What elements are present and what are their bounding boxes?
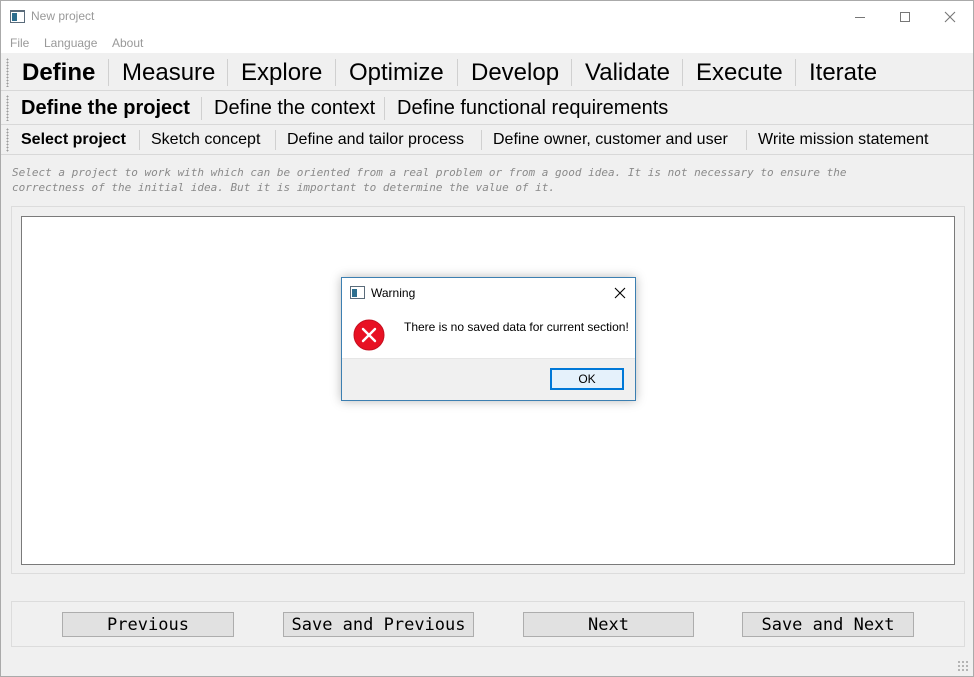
save-and-next-button[interactable]: Save and Next: [742, 612, 914, 637]
dialog-close-button[interactable]: [608, 282, 632, 304]
toolbar-grip: [6, 128, 9, 152]
tab-explore[interactable]: Explore: [241, 59, 322, 87]
minimize-icon: [855, 16, 865, 18]
close-icon: [614, 287, 626, 299]
section-description: Select a project to work with which can …: [12, 165, 962, 195]
tab-separator: [457, 59, 458, 86]
menu-about[interactable]: About: [112, 36, 143, 50]
next-button[interactable]: Next: [523, 612, 694, 637]
menu-file[interactable]: File: [10, 36, 29, 50]
tab-define[interactable]: Define: [22, 59, 95, 87]
maximize-icon: [900, 12, 910, 22]
tab-define-owner-customer-user[interactable]: Define owner, customer and user: [493, 131, 728, 149]
window-title: New project: [31, 9, 95, 23]
maximize-button[interactable]: [882, 1, 928, 33]
ok-button[interactable]: OK: [550, 368, 624, 390]
warning-dialog: Warning There is no saved data for curre…: [341, 277, 636, 401]
close-icon: [944, 11, 956, 23]
dialog-title: Warning: [371, 286, 416, 300]
tab-define-and-tailor-process[interactable]: Define and tailor process: [287, 131, 464, 149]
tab-separator: [481, 130, 482, 150]
tab-measure[interactable]: Measure: [122, 59, 215, 87]
description-line: Select a project to work with which can …: [12, 166, 847, 179]
tab-separator: [201, 97, 202, 120]
tab-separator: [227, 59, 228, 86]
tab-develop[interactable]: Develop: [471, 59, 559, 87]
tab-separator: [139, 130, 140, 150]
tab-separator: [335, 59, 336, 86]
tab-separator: [795, 59, 796, 86]
menu-language[interactable]: Language: [44, 36, 97, 50]
dialog-button-bar: OK: [342, 358, 635, 400]
save-and-previous-button[interactable]: Save and Previous: [283, 612, 474, 637]
step-tab-bar: Define the project Define the context De…: [1, 91, 973, 125]
resize-grip[interactable]: [957, 660, 969, 672]
tab-iterate[interactable]: Iterate: [809, 59, 877, 87]
error-icon: [353, 319, 385, 351]
dialog-window-icon: [350, 286, 365, 299]
tab-select-project[interactable]: Select project: [21, 131, 126, 149]
previous-button[interactable]: Previous: [62, 612, 234, 637]
toolbar-grip: [6, 58, 9, 87]
app-window-icon: [10, 10, 25, 23]
tab-separator: [682, 59, 683, 86]
tab-define-the-context[interactable]: Define the context: [214, 97, 375, 120]
tab-separator: [746, 130, 747, 150]
tab-validate[interactable]: Validate: [585, 59, 670, 87]
menu-bar: File Language About: [1, 33, 973, 53]
title-bar: New project: [1, 1, 973, 33]
tab-sketch-concept[interactable]: Sketch concept: [151, 131, 260, 149]
description-line: correctness of the initial idea. But it …: [12, 181, 556, 194]
tab-write-mission-statement[interactable]: Write mission statement: [758, 131, 928, 149]
dialog-message: There is no saved data for current secti…: [404, 320, 629, 334]
tab-optimize[interactable]: Optimize: [349, 59, 444, 87]
toolbar-grip: [6, 95, 9, 121]
tab-separator: [384, 97, 385, 120]
tab-separator: [108, 59, 109, 86]
tab-define-functional-requirements[interactable]: Define functional requirements: [397, 97, 668, 120]
close-window-button[interactable]: [927, 1, 973, 33]
tab-execute[interactable]: Execute: [696, 59, 783, 87]
tab-separator: [275, 130, 276, 150]
phase-tab-bar: Define Measure Explore Optimize Develop …: [1, 54, 973, 91]
tab-separator: [571, 59, 572, 86]
main-window: New project File Language About Define M…: [0, 0, 974, 677]
minimize-button[interactable]: [837, 1, 883, 33]
tab-define-the-project[interactable]: Define the project: [21, 97, 190, 120]
task-tab-bar: Select project Sketch concept Define and…: [1, 125, 973, 155]
